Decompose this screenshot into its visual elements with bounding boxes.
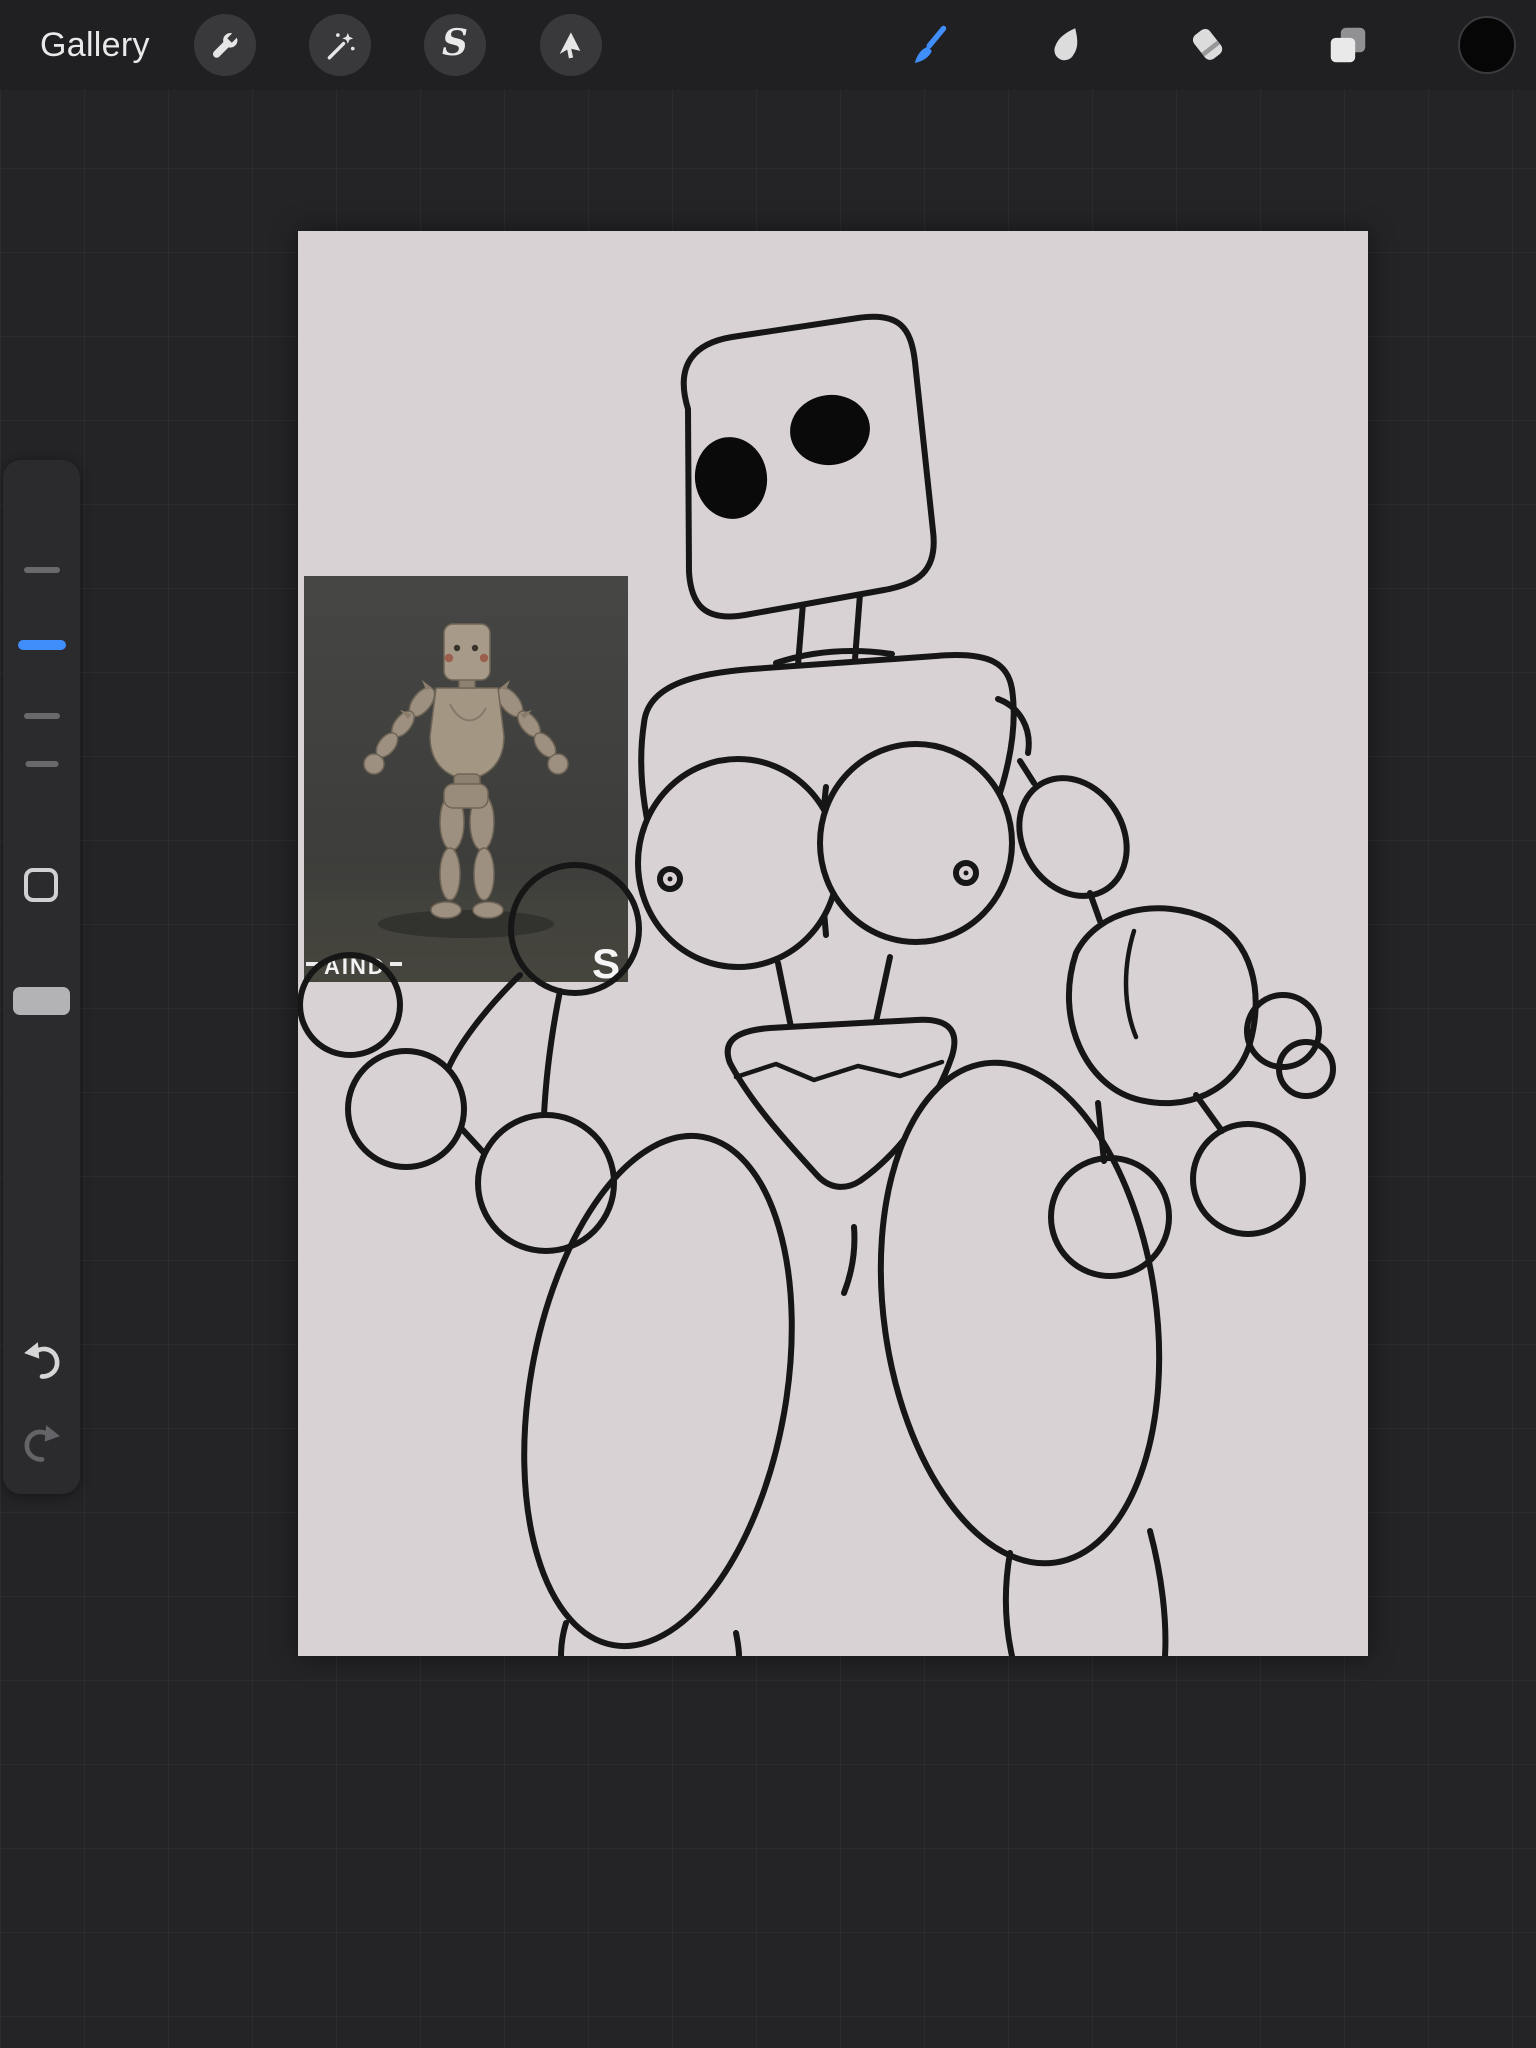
size-slider-mark[interactable] [23, 567, 60, 573]
smudge-icon [1054, 28, 1078, 61]
actions-button[interactable] [194, 14, 256, 76]
wrench-icon [213, 33, 238, 58]
robot-sketch [298, 313, 1336, 1656]
size-slider-mark[interactable] [25, 761, 58, 767]
paint-brush-icon [914, 25, 947, 63]
transform-arrow-icon [559, 32, 581, 59]
smudge-tool-button[interactable] [1040, 18, 1094, 72]
modify-button[interactable] [24, 868, 58, 902]
layers-button[interactable] [1321, 18, 1375, 72]
eraser-icon [1192, 28, 1223, 60]
sketch-head [680, 313, 937, 620]
gallery-button[interactable]: Gallery [40, 0, 150, 90]
opacity-slider-handle[interactable] [13, 987, 70, 1015]
transform-button[interactable] [540, 14, 602, 76]
selection-button[interactable]: S [424, 14, 486, 76]
brush-sidebar [3, 460, 80, 1494]
redo-button[interactable] [20, 1421, 64, 1465]
size-slider-mark[interactable] [23, 713, 60, 719]
selection-s-icon: S [442, 22, 468, 64]
undo-button[interactable] [20, 1338, 64, 1382]
size-slider-active-mark[interactable] [17, 640, 66, 650]
procreate-app: { "topbar": { "gallery_label": "Gallery"… [0, 0, 1536, 2048]
magic-wand-icon [327, 32, 355, 60]
eraser-tool-button[interactable] [1181, 18, 1235, 72]
drawing-canvas[interactable]: AIND S [298, 231, 1368, 1656]
adjustments-button[interactable] [309, 14, 371, 76]
color-swatch-button[interactable] [1458, 16, 1516, 74]
layers-icon [1330, 27, 1366, 63]
top-toolbar: Gallery S [0, 0, 1536, 90]
paint-tool-button[interactable] [900, 18, 954, 72]
undo-arrowhead [24, 1342, 40, 1359]
sketch-left-arm [298, 862, 642, 1254]
redo-arrowhead [44, 1425, 60, 1442]
